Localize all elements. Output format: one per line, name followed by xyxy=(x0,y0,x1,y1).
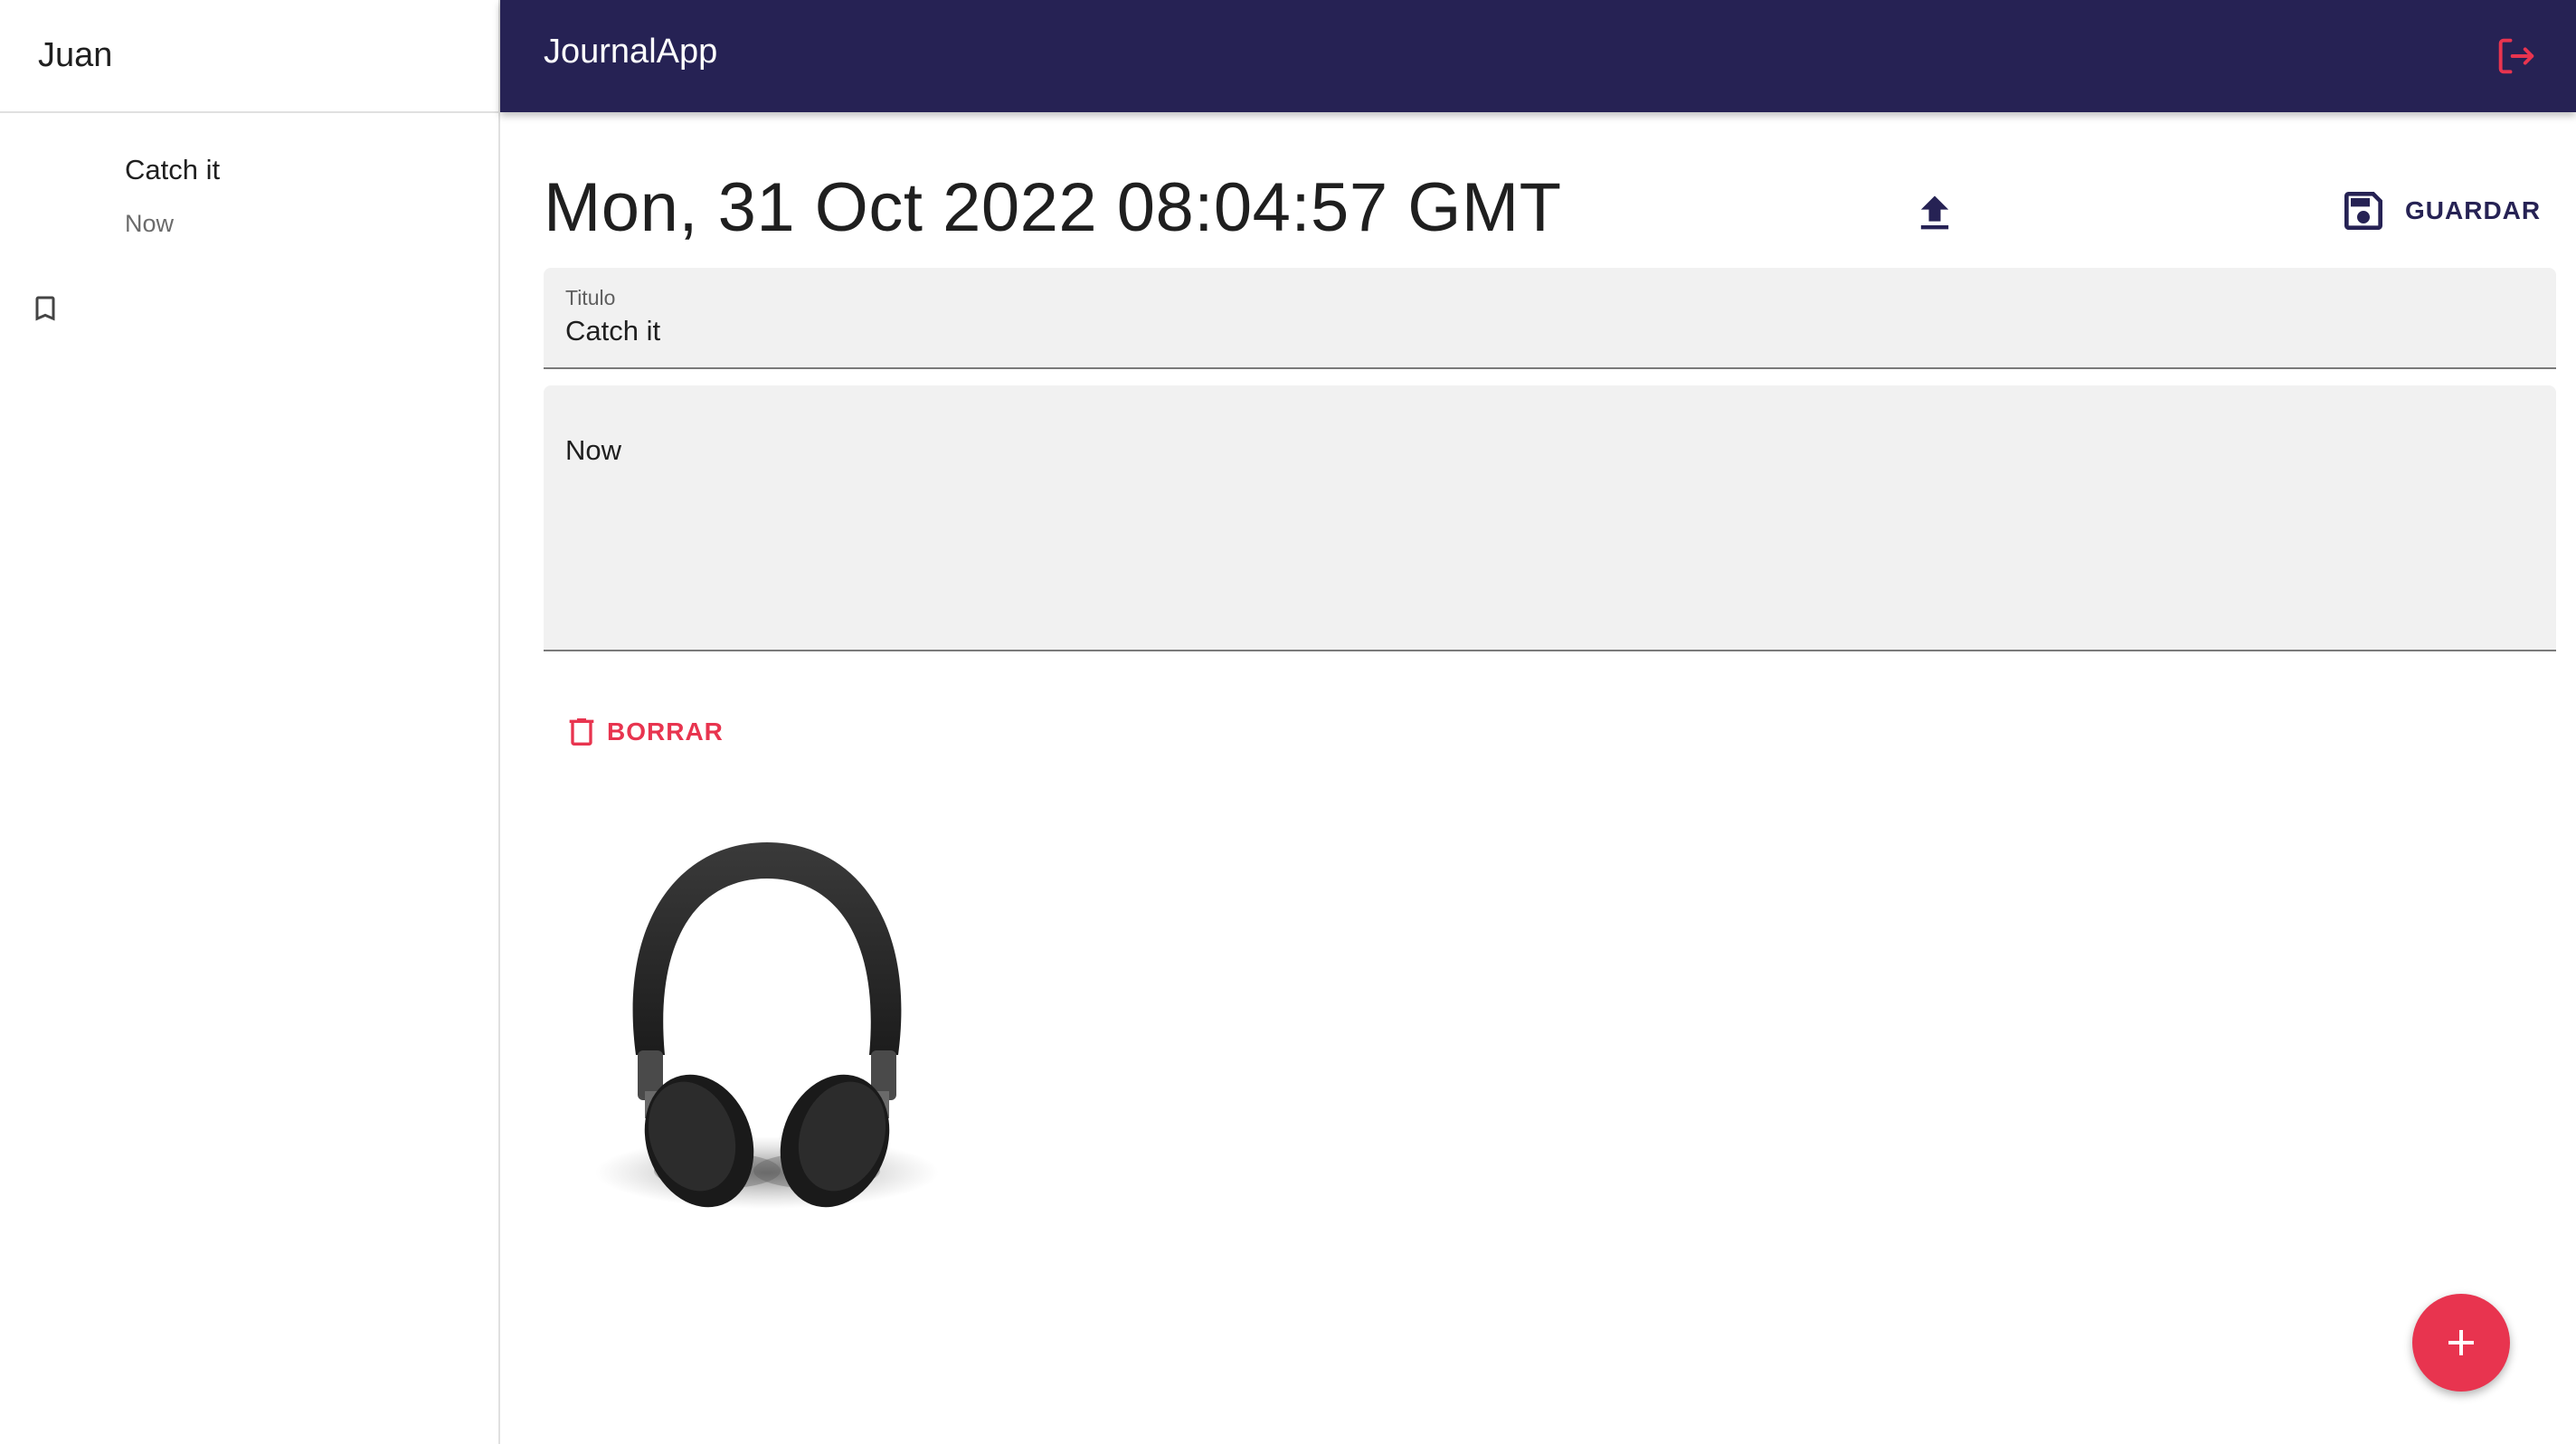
headphones-image xyxy=(595,842,939,1209)
body-field[interactable]: Now xyxy=(544,385,2556,651)
bookmark-icon xyxy=(35,296,55,321)
upload-button[interactable] xyxy=(1911,190,1958,237)
trash-icon xyxy=(569,718,594,746)
title-input[interactable] xyxy=(565,315,2510,347)
title-field-label: Titulo xyxy=(565,286,616,309)
sidebar: Juan Catch it Now xyxy=(0,0,500,1444)
logout-button[interactable] xyxy=(2493,33,2540,80)
note-item-body: Now xyxy=(125,210,175,237)
journal-app: Juan Catch it Now JournalApp Mon, 31 Oct… xyxy=(0,0,2576,1444)
save-icon xyxy=(2344,192,2382,230)
delete-label: BORRAR xyxy=(607,717,724,746)
body-textarea[interactable]: Now xyxy=(565,434,2510,615)
note-editor: Mon, 31 Oct 2022 08:04:57 GMT GUARDAR Ti… xyxy=(500,112,2576,1444)
save-button[interactable]: GUARDAR xyxy=(2338,183,2541,239)
top-app-bar: JournalApp xyxy=(500,0,2576,112)
sidebar-note-item[interactable] xyxy=(0,113,498,321)
logout-icon xyxy=(2498,38,2534,74)
title-field[interactable]: Titulo xyxy=(544,268,2556,369)
user-name: Juan xyxy=(38,36,113,74)
note-date: Mon, 31 Oct 2022 08:04:57 GMT xyxy=(544,169,1562,246)
sidebar-header: Juan xyxy=(0,0,498,113)
app-title: JournalApp xyxy=(544,33,718,71)
delete-button[interactable]: BORRAR xyxy=(564,709,724,755)
upload-icon xyxy=(1920,195,1949,230)
note-item-title: Catch it xyxy=(125,154,221,185)
add-icon xyxy=(2448,1330,2474,1355)
note-image xyxy=(582,811,961,1227)
add-note-button[interactable] xyxy=(2412,1294,2510,1392)
save-label: GUARDAR xyxy=(2405,196,2542,224)
